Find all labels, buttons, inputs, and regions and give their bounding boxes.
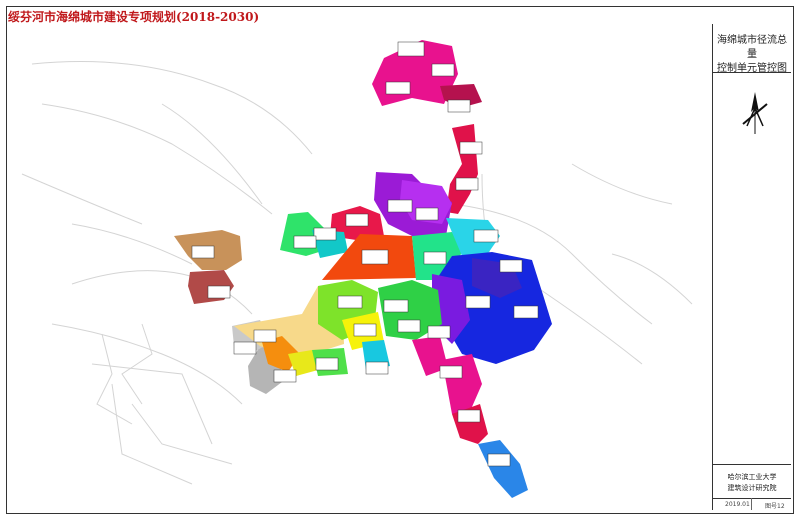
zone-corridor xyxy=(446,124,478,214)
footer-separator xyxy=(751,498,752,510)
institute-name: 哈尔滨工业大学 建筑设计研究院 xyxy=(713,472,791,494)
legend-sidebar: 海绵城市径流总量 控制单元管控图 哈尔滨工业大学 建筑设计研究院 2019.01… xyxy=(712,24,791,510)
page-title: 绥芬河市海绵城市建设专项规划(2018-2030) xyxy=(8,10,260,24)
map-canvas xyxy=(12,24,712,508)
date-label: 2019.01 xyxy=(725,501,750,508)
institute-line2: 建筑设计研究院 xyxy=(727,484,777,492)
map-title-line1: 海绵城市径流总量 xyxy=(717,35,787,60)
zone-south-blue xyxy=(478,440,528,498)
sidebar-divider-top xyxy=(713,72,791,73)
sidebar-divider-bottom xyxy=(713,464,791,465)
institute-line1: 哈尔滨工业大学 xyxy=(727,473,777,481)
figure-number: 图号12 xyxy=(765,503,785,510)
map-title-line2: 控制单元管控图 xyxy=(717,63,787,74)
north-arrow-icon xyxy=(742,92,768,134)
footer-info: 2019.01 图号12 xyxy=(713,498,791,510)
map-svg xyxy=(21,40,693,498)
map-title: 海绵城市径流总量 控制单元管控图 xyxy=(713,34,791,76)
